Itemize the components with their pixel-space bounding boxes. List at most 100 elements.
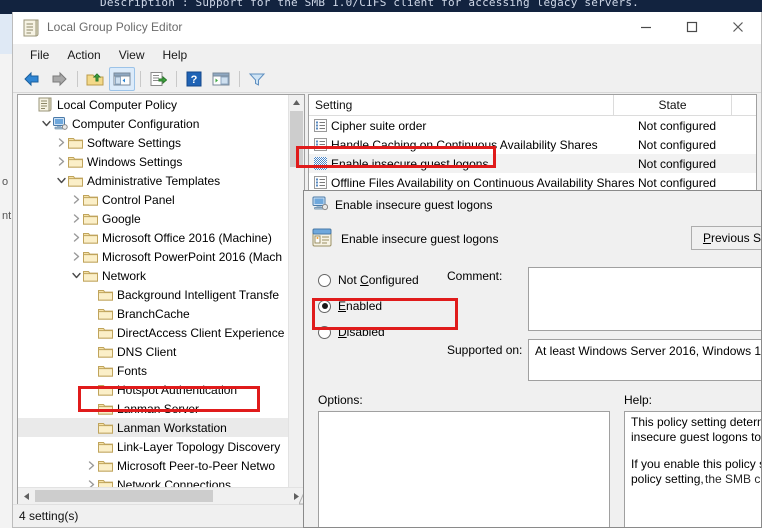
radio-enabled[interactable]: Enabled — [318, 293, 448, 319]
up-one-level-button[interactable] — [82, 67, 108, 91]
scroll-left-icon[interactable] — [18, 492, 34, 501]
toolbar-separator — [77, 71, 78, 87]
scroll-up-icon[interactable] — [289, 95, 304, 110]
comment-input[interactable] — [528, 267, 762, 331]
tree-item-control-panel[interactable]: Control Panel — [18, 190, 289, 209]
chevron-down-icon[interactable] — [54, 176, 68, 185]
tree-vertical-scrollbar[interactable] — [288, 95, 304, 488]
tree-item-directaccess-client-experience[interactable]: DirectAccess Client Experience — [18, 323, 289, 342]
table-row[interactable]: Enable insecure guest logonsNot configur… — [309, 154, 756, 173]
chevron-down-icon[interactable] — [69, 271, 83, 280]
table-row[interactable]: Cipher suite orderNot configured — [309, 116, 756, 135]
radio-label-not-configured: Not Configured — [338, 273, 419, 287]
radio-circle-disabled[interactable] — [318, 326, 331, 339]
tree-item-microsoft-peer-to-peer-netwo[interactable]: Microsoft Peer-to-Peer Netwo — [18, 456, 289, 475]
help-p2-overlap-text: the SMB clie — [705, 472, 762, 487]
forward-button[interactable] — [46, 67, 72, 91]
radio-not-configured[interactable]: Not Configured — [318, 267, 448, 293]
tree-horizontal-scroll-thumb[interactable] — [35, 490, 213, 502]
chevron-right-icon[interactable] — [54, 157, 68, 166]
chevron-right-icon[interactable] — [69, 233, 83, 242]
tree-item-software-settings[interactable]: Software Settings — [18, 133, 289, 152]
options-panel[interactable] — [318, 411, 610, 528]
setting-state: Not configured — [636, 157, 756, 171]
tree-item-microsoft-powerpoint-2016-mach[interactable]: Microsoft PowerPoint 2016 (Mach — [18, 247, 289, 266]
maximize-button[interactable] — [669, 12, 715, 42]
folder-icon — [98, 364, 115, 377]
folder-icon — [83, 269, 100, 282]
menu-view[interactable]: View — [110, 46, 154, 64]
tree-item-lanman-workstation[interactable]: Lanman Workstation — [18, 418, 289, 437]
help-label: Help: — [624, 393, 652, 407]
back-button[interactable] — [19, 67, 45, 91]
tree-item-label: Lanman Server — [115, 402, 199, 416]
folder-icon — [98, 421, 115, 434]
column-header-state[interactable]: State — [614, 95, 732, 115]
computer-icon — [53, 117, 70, 131]
menu-file[interactable]: File — [21, 46, 58, 64]
folder-icon — [68, 174, 85, 187]
folder-icon — [98, 440, 115, 453]
tree-item-lanman-server[interactable]: Lanman Server — [18, 399, 289, 418]
tree-item-local-computer-policy[interactable]: Local Computer Policy — [18, 95, 289, 114]
tree-item-link-layer-topology-discovery[interactable]: Link-Layer Topology Discovery — [18, 437, 289, 456]
menu-action[interactable]: Action — [58, 46, 109, 64]
policy-setting-icon — [309, 176, 331, 189]
chevron-right-icon[interactable] — [54, 138, 68, 147]
chevron-right-icon[interactable] — [84, 461, 98, 470]
folder-icon — [68, 155, 85, 168]
window-titlebar[interactable]: Local Group Policy Editor — [13, 12, 761, 44]
close-button[interactable] — [715, 12, 761, 42]
folder-icon — [98, 345, 115, 358]
minimize-button[interactable] — [623, 12, 669, 42]
table-row[interactable]: Handle Caching on Continuous Availabilit… — [309, 135, 756, 154]
tree-item-fonts[interactable]: Fonts — [18, 361, 289, 380]
policy-setting-icon — [309, 138, 331, 151]
tree-vertical-scroll-thumb[interactable] — [290, 111, 303, 167]
chevron-right-icon[interactable] — [69, 195, 83, 204]
tree-item-label: Microsoft Peer-to-Peer Netwo — [115, 459, 275, 473]
help-button[interactable]: ? — [181, 67, 207, 91]
radio-circle-not-configured[interactable] — [318, 274, 331, 287]
tree-item-windows-settings[interactable]: Windows Settings — [18, 152, 289, 171]
tree-scroll-area[interactable]: Local Computer PolicyComputer Configurat… — [18, 95, 289, 488]
status-text: 4 setting(s) — [19, 509, 78, 523]
menu-help[interactable]: Help — [154, 46, 197, 64]
radio-label-disabled: Disabled — [338, 325, 385, 339]
tree-item-network[interactable]: Network — [18, 266, 289, 285]
tree-item-computer-configuration[interactable]: Computer Configuration — [18, 114, 289, 133]
chevron-down-icon[interactable] — [39, 119, 53, 128]
help-panel[interactable]: This policy setting determi insecure gue… — [624, 411, 762, 528]
tree-item-administrative-templates[interactable]: Administrative Templates — [18, 171, 289, 190]
tree-item-hotspot-authentication[interactable]: Hotspot Authentication — [18, 380, 289, 399]
setting-state: Not configured — [636, 138, 756, 152]
show-pane-button[interactable] — [208, 67, 234, 91]
setting-state: Not configured — [636, 119, 756, 133]
export-list-button[interactable] — [145, 67, 171, 91]
column-header-setting[interactable]: Setting — [309, 95, 614, 115]
show-hide-console-tree-button[interactable] — [109, 67, 135, 91]
setting-name: Offline Files Availability on Continuous… — [331, 176, 636, 190]
settings-list-body[interactable]: Cipher suite orderNot configuredHandle C… — [309, 116, 756, 192]
radio-disabled[interactable]: Disabled — [318, 319, 448, 345]
tree-horizontal-scrollbar[interactable] — [18, 487, 304, 504]
previous-setting-button[interactable]: Previous Setti — [691, 226, 762, 250]
radio-label-enabled: Enabled — [338, 299, 382, 313]
tree-item-dns-client[interactable]: DNS Client — [18, 342, 289, 361]
tree-item-branchcache[interactable]: BranchCache — [18, 304, 289, 323]
tree-item-google[interactable]: Google — [18, 209, 289, 228]
tree-item-background-intelligent-transfe[interactable]: Background Intelligent Transfe — [18, 285, 289, 304]
comment-label: Comment: — [447, 269, 502, 283]
chevron-right-icon[interactable] — [69, 214, 83, 223]
tree-item-microsoft-office-2016-machine[interactable]: Microsoft Office 2016 (Machine) — [18, 228, 289, 247]
supported-on-value: At least Windows Server 2016, Windows 10 — [528, 339, 762, 381]
computer-policy-icon — [312, 196, 328, 214]
toolbar-separator — [140, 71, 141, 87]
dialog-titlebar[interactable]: Enable insecure guest logons — [304, 191, 761, 219]
help-p1-line1: This policy setting determi — [631, 415, 762, 429]
help-p2-line1: If you enable this policy se — [631, 457, 762, 471]
funnel-filter-icon[interactable] — [244, 67, 270, 91]
radio-circle-enabled[interactable] — [318, 300, 331, 313]
chevron-right-icon[interactable] — [69, 252, 83, 261]
background-ghost-text-2: nt — [2, 210, 11, 222]
